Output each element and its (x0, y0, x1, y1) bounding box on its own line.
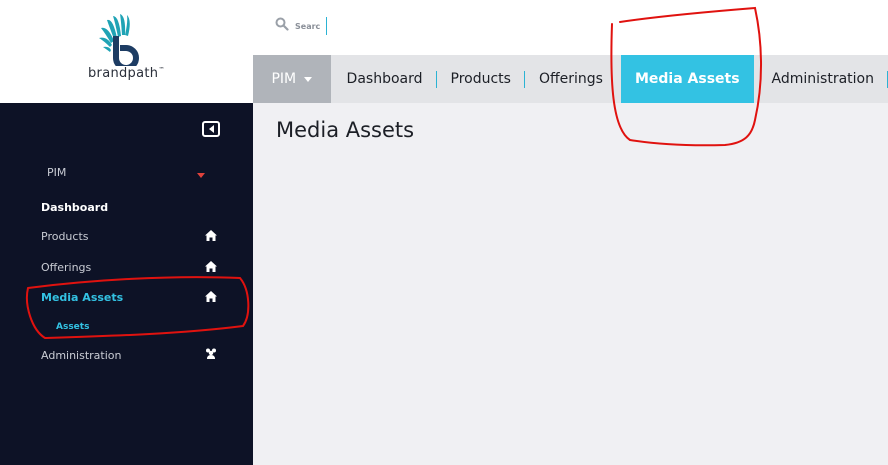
sidebar-subitem-assets[interactable]: Assets (56, 322, 89, 332)
nav-products[interactable]: Products (437, 55, 526, 103)
sidebar-item-offerings[interactable]: Offerings (41, 261, 91, 274)
nav-media-assets[interactable]: Media Assets (620, 55, 754, 103)
main-content: Media Assets (253, 103, 888, 465)
nav-pim-dropdown[interactable]: PIM (253, 55, 331, 103)
caret-down-icon[interactable] (197, 173, 205, 178)
nav-offerings[interactable]: Offerings (525, 55, 617, 103)
home-icon (205, 230, 217, 241)
sidebar-item-media-assets[interactable]: Media Assets (41, 291, 123, 304)
users-icon (206, 348, 216, 359)
search-input[interactable] (293, 17, 327, 35)
logo-area: brandpath™ (0, 0, 253, 103)
sidebar-item-administration[interactable]: Administration (41, 349, 122, 362)
main-nav: PIM Dashboard Products Offerings Media A… (253, 55, 888, 103)
home-icon (205, 291, 217, 302)
caret-left-icon (208, 125, 214, 133)
nav-dashboard[interactable]: Dashboard (331, 55, 437, 103)
sidebar-item-products[interactable]: Products (41, 230, 89, 243)
page-title: Media Assets (276, 118, 415, 142)
sidebar-group-pim[interactable]: PIM (47, 166, 66, 179)
sidebar: PIM Dashboard Products Offerings Media A… (0, 103, 253, 465)
sidebar-item-dashboard[interactable]: Dashboard (41, 201, 108, 214)
brandpath-logo-icon (99, 14, 139, 66)
nav-administration[interactable]: Administration (758, 55, 888, 103)
header-search-bar (253, 0, 888, 55)
home-icon (205, 261, 217, 272)
search-icon[interactable] (275, 17, 289, 31)
chevron-down-icon (304, 76, 313, 82)
nav-pim-label: PIM (271, 71, 297, 87)
sidebar-collapse-button[interactable] (202, 121, 220, 137)
logo-text: brandpath™ (88, 66, 165, 81)
